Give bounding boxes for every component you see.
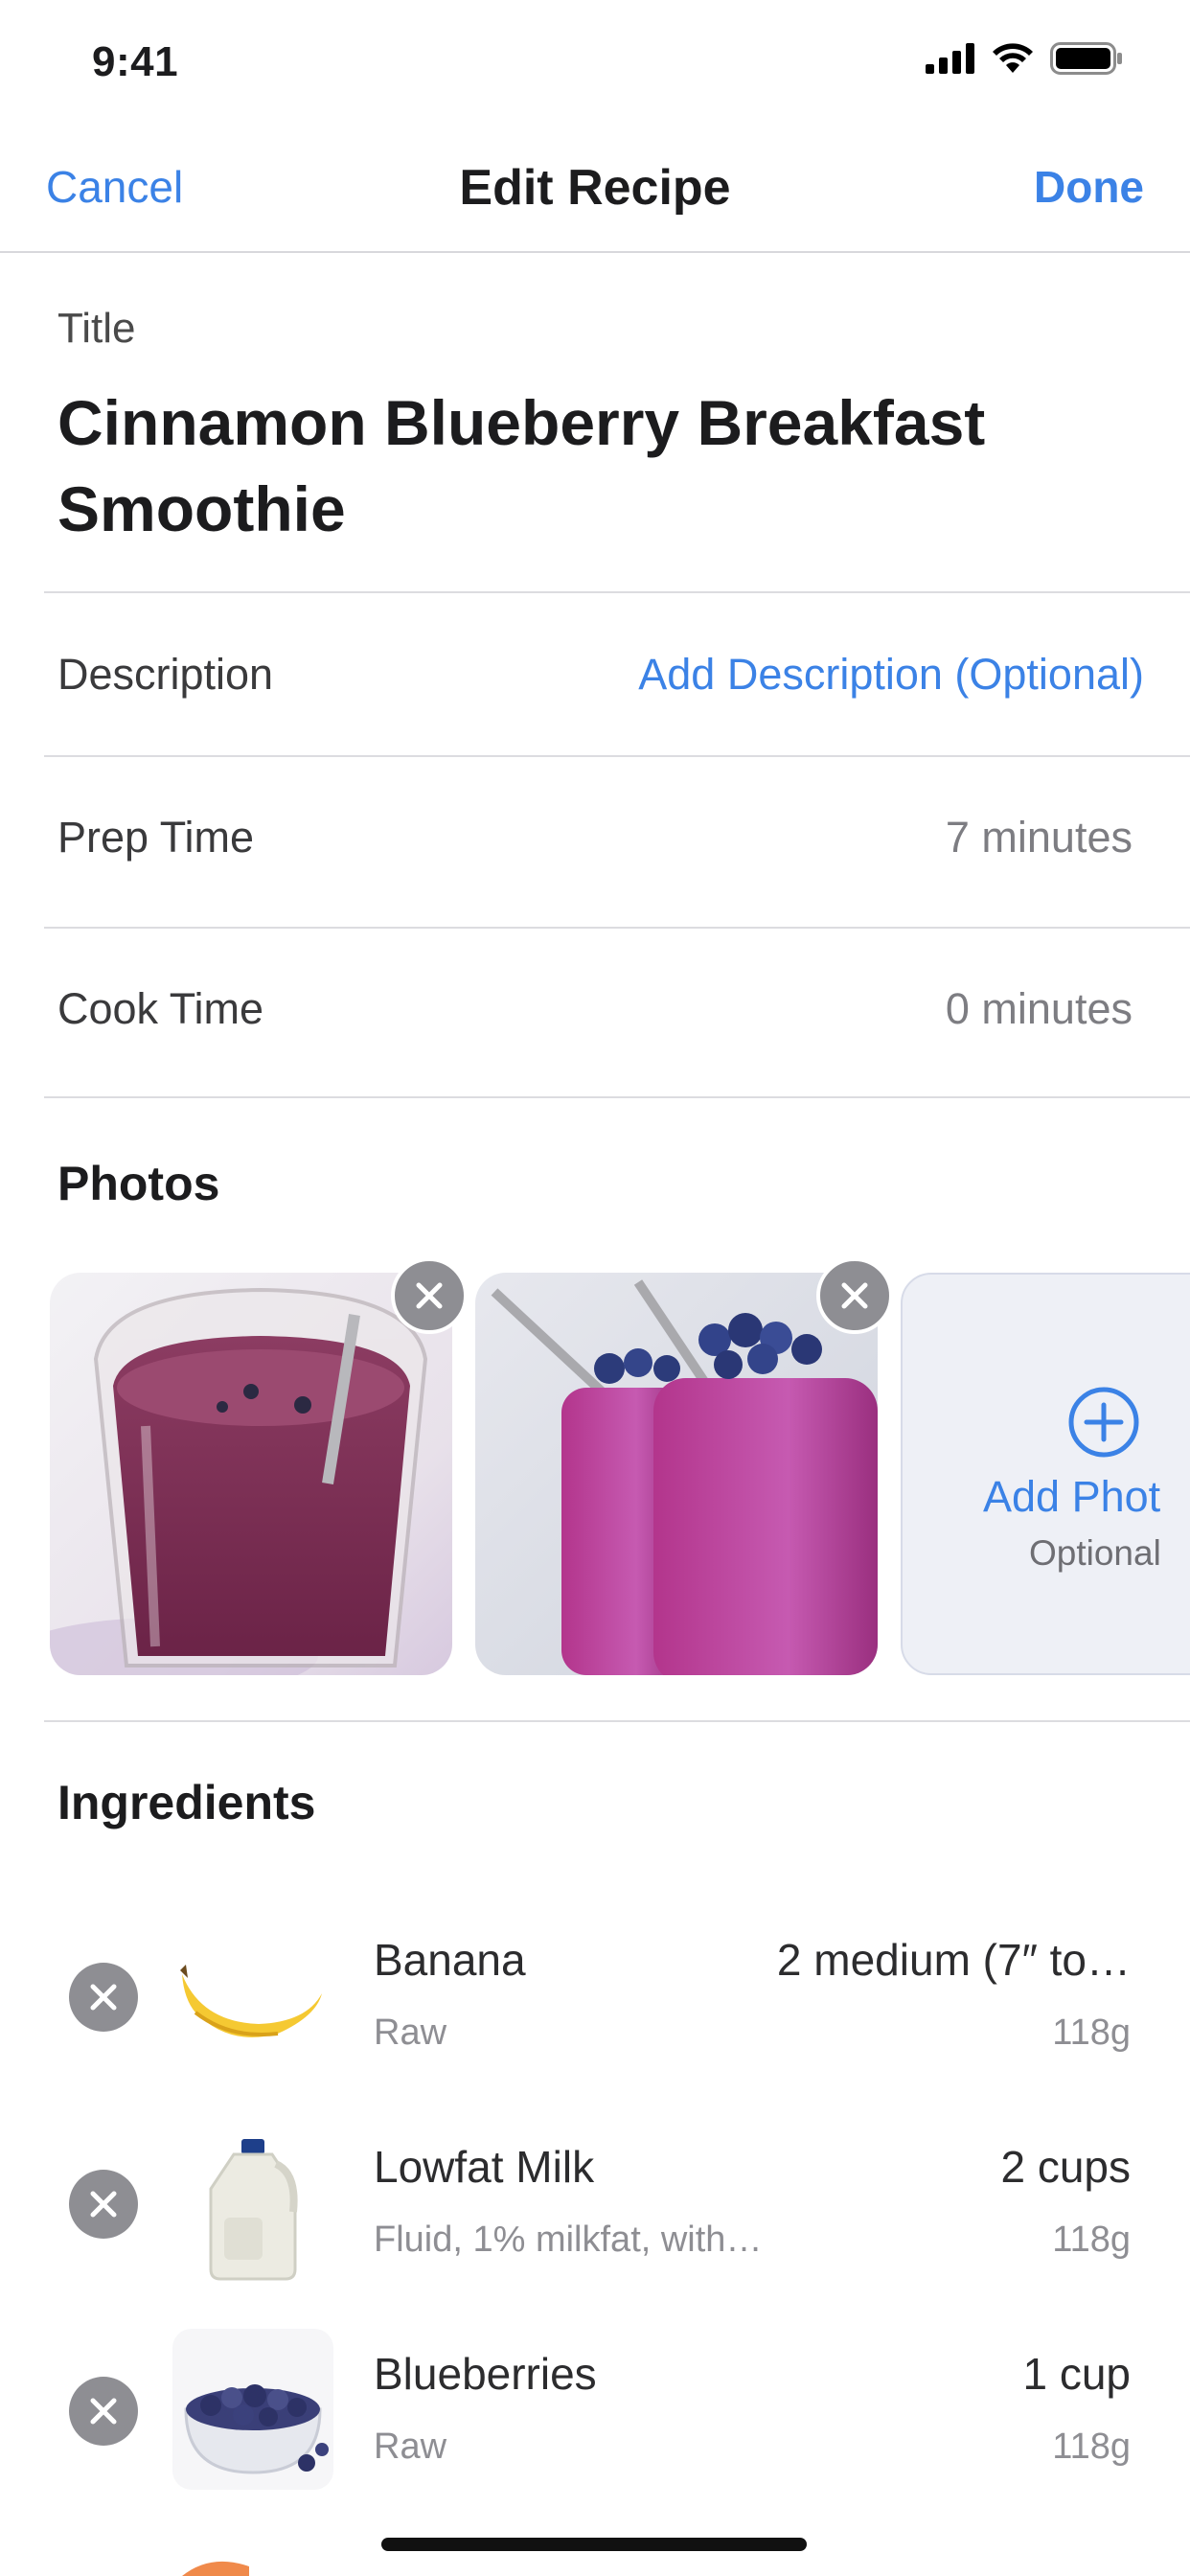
prep-time-row[interactable]: Prep Time 7 minutes (0, 757, 1190, 926)
ingredient-weight: 118g (1052, 2012, 1131, 2053)
remove-ingredient-button[interactable] (69, 2170, 138, 2239)
wifi-icon (993, 43, 1033, 73)
home-indicator (381, 2538, 807, 2551)
divider (44, 591, 1190, 593)
plus-circle-icon (1068, 1387, 1139, 1458)
remove-photo-button[interactable] (391, 1257, 468, 1334)
done-button[interactable]: Done (1034, 161, 1144, 213)
signal-icon (926, 43, 974, 74)
ingredient-image (172, 1917, 333, 2078)
ingredient-name: Lowfat Milk (374, 2142, 595, 2192)
close-icon (90, 2191, 117, 2218)
ingredient-image-partial (182, 2561, 249, 2576)
divider (44, 1720, 1190, 1722)
cook-time-value[interactable]: 0 minutes (946, 984, 1133, 1034)
close-icon (90, 1984, 117, 2011)
ingredient-row[interactable]: Blueberries Raw 1 cup 118g (0, 2321, 1190, 2513)
remove-photo-button[interactable] (816, 1257, 893, 1334)
photo-thumbnail[interactable] (50, 1273, 452, 1675)
prep-time-value[interactable]: 7 minutes (946, 813, 1133, 862)
title-label: Title (57, 305, 136, 352)
ingredient-description: Raw (374, 2012, 447, 2053)
ingredient-name: Banana (374, 1935, 526, 1985)
ingredient-description: Raw (374, 2426, 447, 2467)
ingredient-amount[interactable]: 2 cups (1000, 2141, 1131, 2193)
ingredient-description: Fluid, 1% milkfat, with… (374, 2220, 763, 2260)
description-row[interactable]: Description Add Description (Optional) (0, 594, 1190, 755)
divider (44, 1096, 1190, 1098)
cook-time-row[interactable]: Cook Time 0 minutes (0, 929, 1190, 1097)
status-icons (926, 42, 1123, 75)
ingredient-amount[interactable]: 2 medium (7″ to… (777, 1934, 1131, 1986)
prep-time-label: Prep Time (57, 813, 255, 862)
add-description-link[interactable]: Add Description (Optional) (638, 650, 1144, 700)
ingredients-section-title: Ingredients (57, 1776, 316, 1829)
cook-time-label: Cook Time (57, 984, 264, 1033)
ingredient-name: Blueberries (374, 2349, 597, 2399)
ingredient-image (172, 2329, 333, 2490)
battery-icon (1050, 42, 1122, 75)
add-photo-button[interactable]: Add Phot Optional (901, 1273, 1190, 1675)
ingredient-weight: 118g (1052, 2220, 1131, 2260)
close-icon (90, 2398, 117, 2425)
remove-ingredient-button[interactable] (69, 1963, 138, 2032)
ingredient-image (172, 2126, 333, 2287)
blueberries-image (172, 2329, 333, 2490)
photo-thumbnail[interactable] (475, 1273, 878, 1675)
description-label: Description (57, 650, 274, 699)
banana-image (172, 1917, 333, 2078)
smoothie-jars-image (475, 1273, 878, 1675)
title-input[interactable]: Cinnamon Blueberry Breakfast Smoothie (57, 380, 1131, 552)
nav-divider (0, 251, 1190, 253)
ingredient-row[interactable]: Lowfat Milk Fluid, 1% milkfat, with… 2 c… (0, 2114, 1190, 2306)
add-photo-label: Add Phot (983, 1472, 1161, 1521)
ingredient-weight: 118g (1052, 2426, 1131, 2467)
photos-section-title: Photos (57, 1157, 220, 1210)
status-time: 9:41 (92, 38, 179, 85)
ingredient-row[interactable]: Banana Raw 2 medium (7″ to… 118g (0, 1907, 1190, 2099)
remove-ingredient-button[interactable] (69, 2377, 138, 2446)
ingredient-amount[interactable]: 1 cup (1022, 2348, 1131, 2400)
page-title: Edit Recipe (459, 160, 731, 216)
add-photo-optional-label: Optional (1029, 1533, 1161, 1573)
milk-jug-image (172, 2126, 333, 2287)
smoothie-glass-image (50, 1273, 452, 1675)
close-icon (416, 1282, 443, 1309)
close-icon (841, 1282, 868, 1309)
